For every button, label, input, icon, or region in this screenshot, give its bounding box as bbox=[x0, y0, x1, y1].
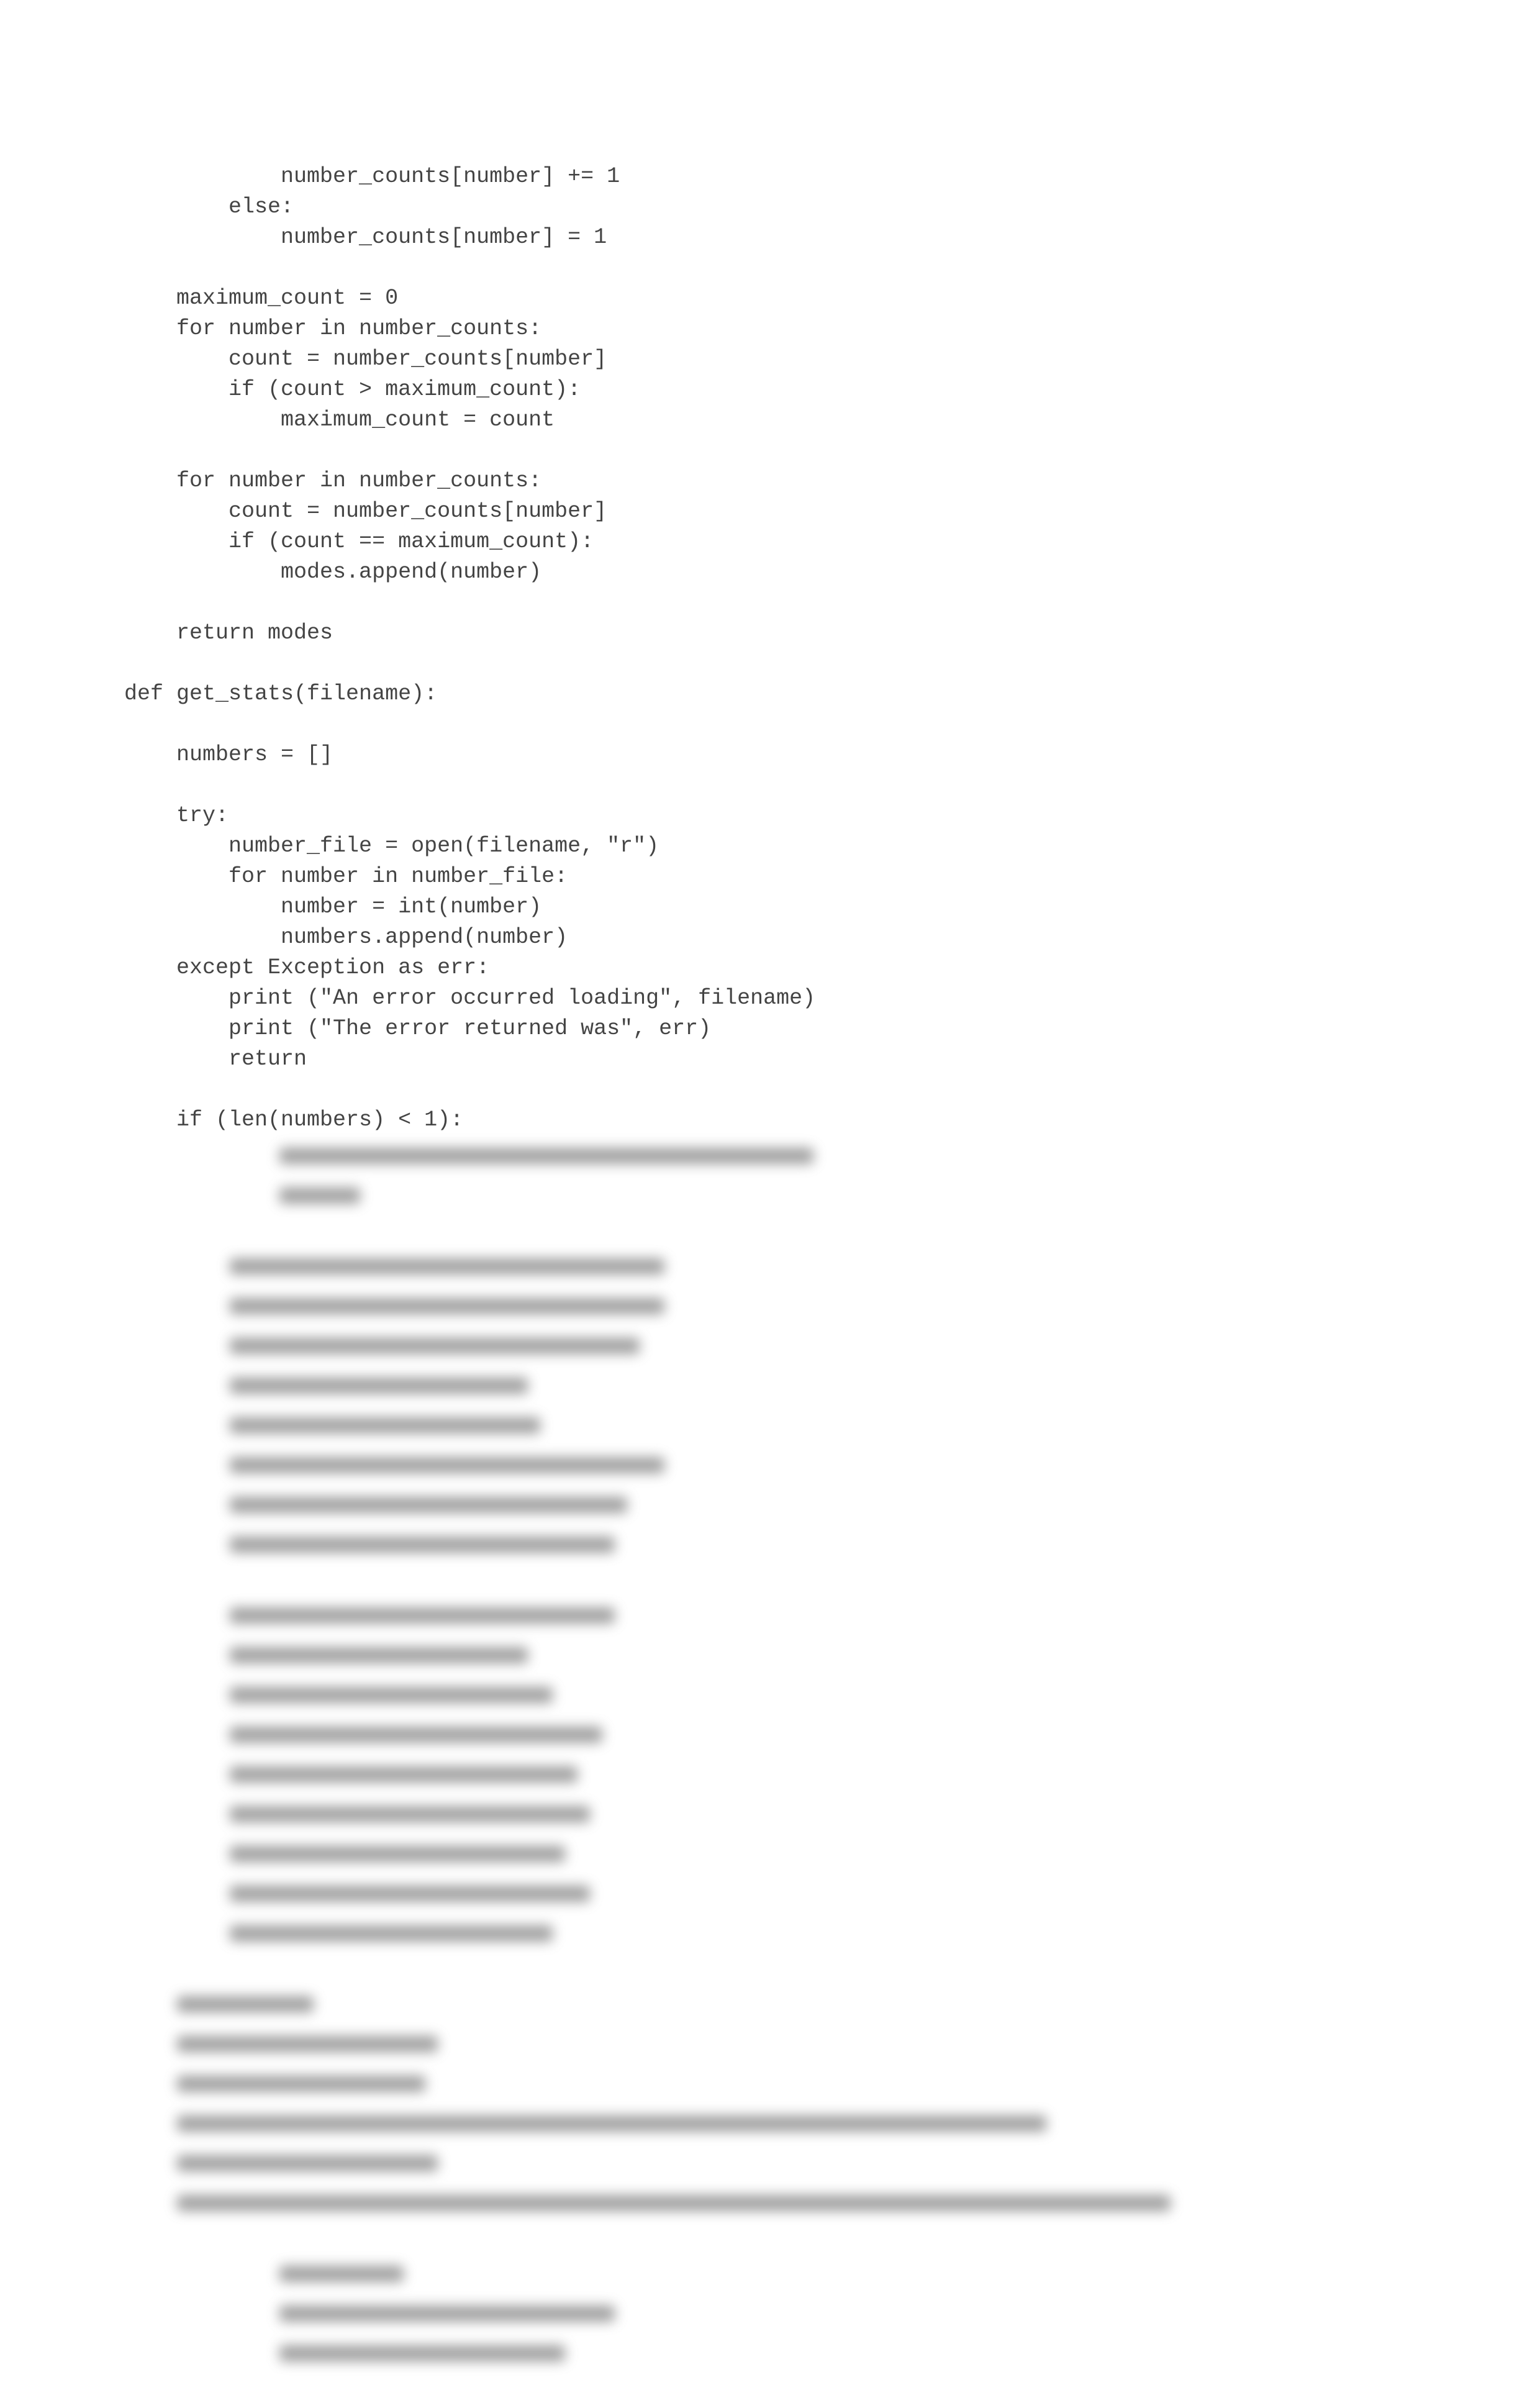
blurred-block bbox=[279, 2266, 1416, 2385]
code-block: number_counts[number] += 1 else: number_… bbox=[124, 161, 1416, 1135]
blurred-block bbox=[230, 1607, 1416, 1965]
blurred-block bbox=[177, 1996, 1416, 2235]
document-page: number_counts[number] += 1 else: number_… bbox=[0, 0, 1540, 2385]
blurred-content bbox=[124, 1148, 1416, 2385]
blurred-block bbox=[279, 1148, 1416, 1227]
blurred-block bbox=[230, 1258, 1416, 1576]
